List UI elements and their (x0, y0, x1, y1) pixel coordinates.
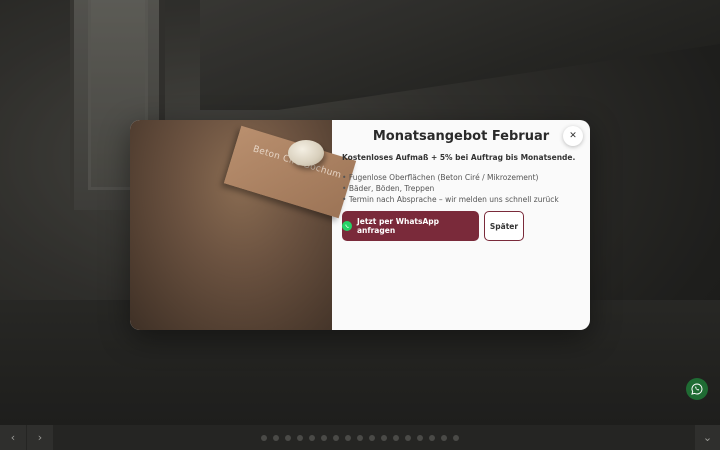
modal-title: Monatsangebot Februar (372, 129, 550, 144)
slider-dot[interactable] (357, 435, 363, 441)
close-icon: ✕ (569, 131, 577, 141)
chevron-right-icon: › (37, 431, 43, 444)
slider-dot[interactable] (441, 435, 447, 441)
slider-dot[interactable] (417, 435, 423, 441)
modal-image: Beton Ciré Bochum (130, 120, 357, 330)
list-item: Bäder, Böden, Treppen (342, 183, 580, 194)
close-button[interactable]: ✕ (563, 126, 583, 146)
whatsapp-icon (691, 383, 703, 395)
slider-dot[interactable] (321, 435, 327, 441)
later-button[interactable]: Später (484, 211, 524, 241)
slider-prev-button[interactable]: ‹ (0, 425, 26, 450)
chevron-left-icon: ‹ (10, 431, 16, 444)
slider-dot[interactable] (369, 435, 375, 441)
whatsapp-request-button[interactable]: Jetzt per WhatsApp anfragen (342, 211, 479, 241)
slider-dot[interactable] (261, 435, 267, 441)
slider-dot[interactable] (273, 435, 279, 441)
slider-dot[interactable] (393, 435, 399, 441)
modal-subtitle: Kostenloses Aufmaß + 5% bei Auftrag bis … (342, 153, 576, 162)
offer-modal: Beton Ciré Bochum Monatsangebot Februar … (130, 120, 590, 330)
slider-next-button[interactable]: › (27, 425, 53, 450)
pebble-stone (288, 140, 324, 166)
slider-dot[interactable] (429, 435, 435, 441)
slider-dot[interactable] (453, 435, 459, 441)
slider-end-button[interactable]: ⌄ (695, 425, 720, 450)
button-row: Jetzt per WhatsApp anfragen Später (342, 211, 580, 241)
chevron-down-icon: ⌄ (702, 431, 713, 444)
whatsapp-float-button[interactable] (686, 378, 708, 400)
slider-dot[interactable] (285, 435, 291, 441)
whatsapp-request-label: Jetzt per WhatsApp anfragen (356, 217, 439, 235)
slider-dot[interactable] (345, 435, 351, 441)
slider-dot[interactable] (333, 435, 339, 441)
slider-dot[interactable] (405, 435, 411, 441)
slider-dots (261, 435, 459, 441)
later-label: Später (489, 221, 519, 231)
modal-content: Monatsangebot Februar Kostenloses Aufmaß… (332, 120, 590, 330)
whatsapp-icon (342, 221, 352, 231)
list-item: Termin nach Absprache – wir melden uns s… (342, 194, 580, 205)
feature-list: Fugenlose Oberflächen (Beton Ciré / Mikr… (342, 172, 580, 205)
slider-dot[interactable] (297, 435, 303, 441)
list-item: Fugenlose Oberflächen (Beton Ciré / Mikr… (342, 172, 580, 183)
slider-dot[interactable] (309, 435, 315, 441)
slider-dot[interactable] (381, 435, 387, 441)
slider-bar: ‹ › ⌄ (0, 425, 720, 450)
